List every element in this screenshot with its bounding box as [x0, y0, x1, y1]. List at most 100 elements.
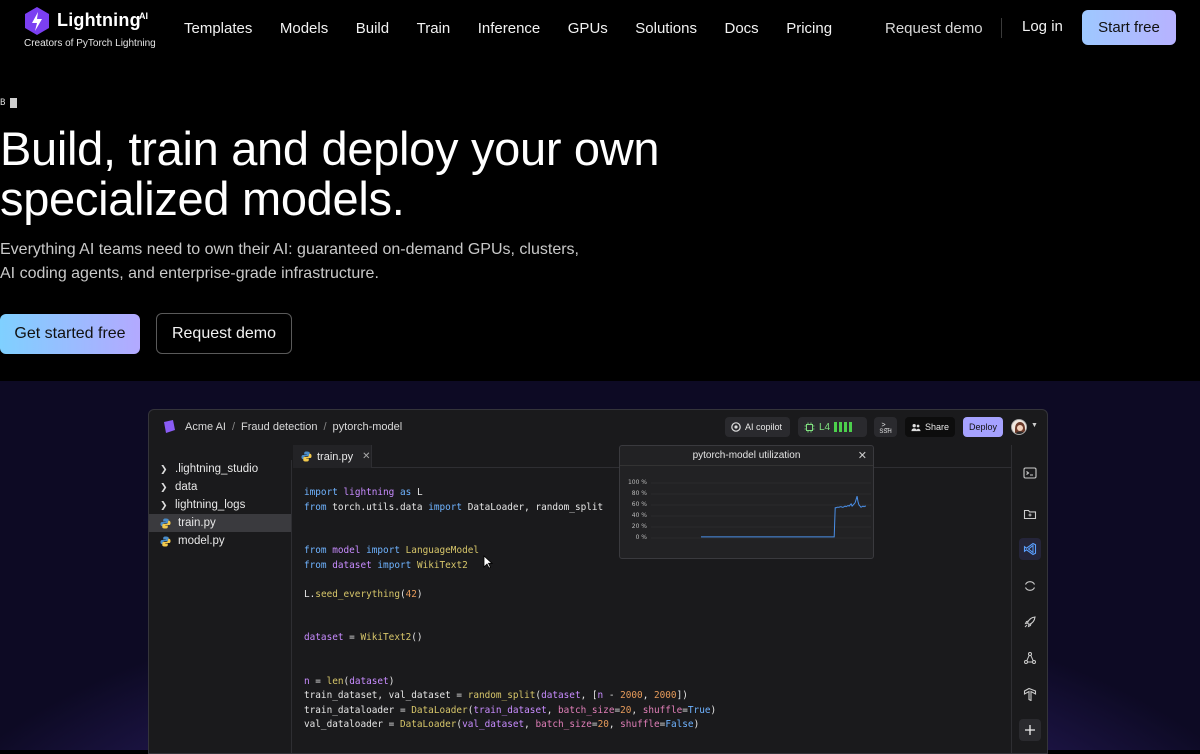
- breadcrumb-org[interactable]: Acme AI: [185, 421, 226, 433]
- studio-toolbar: Acme AI / Fraud detection / pytorch-mode…: [149, 410, 1047, 444]
- right-tool-sidebar: [1011, 445, 1047, 753]
- gpu-status-button[interactable]: L4: [798, 417, 867, 437]
- tensorflow-button[interactable]: [1019, 683, 1041, 705]
- hero-title-line2: specialized models.: [0, 172, 405, 225]
- file-explorer-item[interactable]: model.py: [149, 532, 291, 550]
- hero-subtitle-line1: Everything AI teams need to own their AI…: [0, 241, 579, 258]
- studio-logo-icon: [164, 420, 175, 433]
- file-explorer-item[interactable]: train.py: [149, 514, 291, 532]
- text-cursor: [10, 98, 18, 108]
- share-button[interactable]: Share: [905, 417, 955, 437]
- nav-link-models[interactable]: Models: [280, 20, 328, 37]
- nav-link-inference[interactable]: Inference: [478, 20, 541, 37]
- rocket-icon: [1024, 616, 1036, 628]
- breadcrumb-separator: /: [231, 421, 236, 433]
- hero-subtitle-line2: AI coding agents, and enterprise-grade i…: [0, 265, 379, 282]
- request-demo-button[interactable]: Request demo: [156, 313, 292, 354]
- lightning-logo-icon: [25, 7, 49, 35]
- request-demo-link[interactable]: Request demo: [885, 20, 983, 37]
- tab-label: train.py: [317, 450, 354, 463]
- mouse-cursor-icon: [483, 555, 493, 569]
- plus-icon: [1025, 725, 1035, 735]
- nav-link-build[interactable]: Build: [356, 20, 389, 37]
- file-explorer-item-label: data: [175, 481, 198, 493]
- vscode-icon: [1023, 542, 1037, 556]
- ai-copilot-label: AI copilot: [745, 422, 783, 432]
- python-icon: [160, 535, 171, 547]
- typewriter-text: B: [0, 98, 18, 108]
- get-started-button[interactable]: Get started free: [0, 314, 140, 354]
- folder-icon: [1023, 509, 1037, 520]
- start-free-button[interactable]: Start free: [1082, 10, 1176, 45]
- chevron-right-icon: ❯: [160, 499, 168, 510]
- terminal-prompt-icon: >_: [881, 421, 890, 429]
- file-explorer-item[interactable]: ❯ .lightning_studio: [149, 460, 291, 478]
- breadcrumb-project[interactable]: Fraud detection: [241, 421, 317, 433]
- breadcrumb-studio[interactable]: pytorch-model: [333, 421, 403, 433]
- hero-subtitle: Everything AI teams need to own their AI…: [0, 238, 620, 286]
- avatar[interactable]: [1011, 419, 1027, 435]
- popup-title: pytorch-model utilization: [692, 450, 801, 461]
- user-avatar-icon: [1012, 420, 1026, 434]
- nav-link-solutions[interactable]: Solutions: [635, 20, 697, 37]
- share-label: Share: [924, 422, 949, 432]
- utilization-chart: [651, 482, 871, 539]
- file-explorer-item[interactable]: ❯ data: [149, 478, 291, 496]
- files-button[interactable]: [1019, 503, 1041, 525]
- utilization-popup: pytorch-model utilization ✕ 100 % 80 % 6…: [619, 445, 874, 559]
- nav-link-docs[interactable]: Docs: [725, 20, 759, 37]
- nav-link-pricing[interactable]: Pricing: [786, 20, 832, 37]
- file-explorer: ❯ .lightning_studio ❯ data ❯ lightning_logs…: [149, 460, 292, 753]
- ai-copilot-button[interactable]: AI copilot: [725, 417, 790, 437]
- nav-divider: [1001, 18, 1002, 38]
- chevron-right-icon: ❯: [160, 463, 168, 474]
- python-icon: [160, 517, 171, 529]
- nav-link-templates[interactable]: Templates: [184, 20, 252, 37]
- close-icon[interactable]: ✕: [362, 451, 370, 462]
- studio-window: Acme AI / Fraud detection / pytorch-mode…: [148, 409, 1048, 754]
- graph-nodes-icon: [1024, 652, 1036, 664]
- ssh-button[interactable]: >_ SSH: [874, 417, 897, 437]
- nodes-button[interactable]: [1019, 647, 1041, 669]
- y-tick-label: 40 %: [631, 512, 647, 519]
- utilization-series-line: [701, 496, 866, 538]
- people-icon: [911, 423, 921, 431]
- tab-train-py[interactable]: train.py ✕: [293, 445, 372, 468]
- add-plugin-button[interactable]: [1019, 719, 1041, 741]
- copilot-icon: [731, 422, 741, 432]
- top-nav: Lightning AI Creators of PyTorch Lightni…: [0, 0, 1200, 56]
- python-icon: [301, 451, 312, 462]
- chevron-right-icon: ❯: [160, 481, 168, 492]
- nav-link-train[interactable]: Train: [417, 20, 451, 37]
- gpu-signal-icon: [834, 422, 853, 432]
- file-explorer-item-label: model.py: [178, 535, 225, 547]
- close-icon[interactable]: ✕: [858, 449, 867, 462]
- tensorflow-icon: [1023, 687, 1037, 701]
- typed-letter: B: [0, 98, 6, 108]
- logo-tagline: Creators of PyTorch Lightning: [24, 38, 156, 49]
- hero-title-line1: Build, train and deploy your own: [0, 122, 660, 175]
- logo-wordmark: Lightning: [57, 10, 141, 30]
- login-link[interactable]: Log in: [1022, 18, 1063, 35]
- nav-links: Templates Models Build Train Inference G…: [184, 20, 860, 37]
- y-tick-label: 60 %: [631, 501, 647, 508]
- loading-button[interactable]: [1019, 575, 1041, 597]
- y-tick-label: 0 %: [635, 534, 647, 541]
- terminal-icon: [1023, 467, 1037, 479]
- file-explorer-item[interactable]: ❯ lightning_logs: [149, 496, 291, 514]
- file-explorer-item-label: lightning_logs: [175, 499, 246, 511]
- vscode-button[interactable]: [1019, 538, 1041, 560]
- gpu-label: L4: [819, 421, 831, 433]
- hero-title: Build, train and deploy your own special…: [0, 124, 760, 224]
- chip-icon: [804, 422, 815, 432]
- terminal-button[interactable]: [1019, 462, 1041, 484]
- y-tick-label: 100 %: [627, 479, 647, 486]
- breadcrumb: Acme AI / Fraud detection / pytorch-mode…: [185, 421, 402, 433]
- chevron-down-icon[interactable]: ▼: [1031, 422, 1038, 429]
- nav-link-gpus[interactable]: GPUs: [568, 20, 608, 37]
- deploy-rocket-button[interactable]: [1019, 611, 1041, 633]
- popup-header: pytorch-model utilization ✕: [620, 446, 873, 466]
- deploy-button[interactable]: Deploy: [963, 417, 1003, 437]
- file-explorer-item-label: train.py: [178, 517, 216, 529]
- lightning-logo[interactable]: Lightning AI Creators of PyTorch Lightni…: [23, 6, 163, 50]
